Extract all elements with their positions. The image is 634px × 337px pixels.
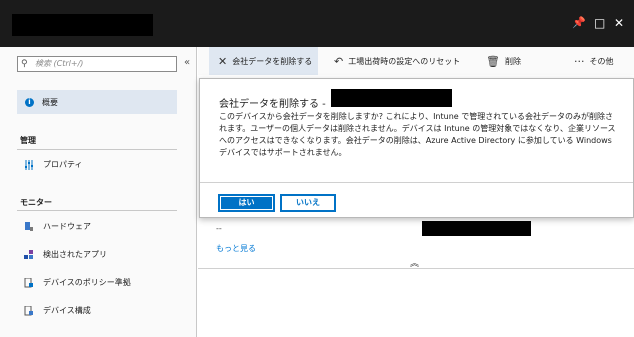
trash-icon: 🗑 xyxy=(486,54,500,68)
sidebar-item-label: 概要 xyxy=(42,97,58,107)
sidebar-item-hardware[interactable]: ハードウェア xyxy=(24,221,91,232)
more-label: その他 xyxy=(589,56,614,66)
command-bar: ✕ 会社データを削除する ↶ 工場出荷時の設定へのリセット 🗑 削除 ··· そ… xyxy=(198,47,634,75)
dialog-message: このデバイスから会社データを削除しますか? これにより、Intune で管理され… xyxy=(219,112,616,157)
sidebar-item-label: デバイス構成 xyxy=(43,306,91,315)
divider xyxy=(198,268,634,269)
section-title-manage: 管理 xyxy=(20,136,36,145)
close-icon[interactable]: ✕ xyxy=(614,16,624,30)
search-input[interactable]: ⚲ 検索 (Ctrl+/) xyxy=(17,56,177,72)
delete-label: 削除 xyxy=(504,56,521,66)
redacted-value xyxy=(422,221,531,236)
hardware-icon xyxy=(24,221,34,232)
redacted-device-name xyxy=(331,89,452,107)
factory-reset-label: 工場出荷時の設定へのリセット xyxy=(348,56,461,66)
sidebar-item-label: ハードウェア xyxy=(43,222,91,231)
divider xyxy=(17,149,177,150)
sidebar-item-properties[interactable]: プロパティ xyxy=(24,159,83,170)
maximize-icon[interactable]: □ xyxy=(594,16,605,30)
section-title-monitor: モニター xyxy=(20,198,52,207)
apps-icon xyxy=(24,249,34,260)
factory-reset-button[interactable]: ↶ 工場出荷時の設定へのリセット xyxy=(334,47,460,75)
divider xyxy=(17,210,177,211)
see-more-link[interactable]: もっと見る xyxy=(216,243,256,254)
sidebar-item-detected-apps[interactable]: 検出されたアプリ xyxy=(24,249,107,260)
no-button[interactable]: いいえ xyxy=(280,194,336,212)
info-icon: i xyxy=(25,97,34,107)
sidebar-item-label: デバイスのポリシー準拠 xyxy=(43,278,131,287)
ellipsis-icon: ··· xyxy=(574,54,585,68)
yes-button[interactable]: はい xyxy=(218,194,275,212)
x-icon: ✕ xyxy=(218,54,228,68)
redacted-device-name xyxy=(12,14,153,36)
search-placeholder: 検索 (Ctrl+/) xyxy=(35,59,84,68)
retire-label: 会社データを削除する xyxy=(232,56,313,66)
title-bar: 📌 □ ✕ xyxy=(0,0,634,47)
delete-button[interactable]: 🗑 削除 xyxy=(486,47,521,75)
confirm-dialog: 会社データを削除する - このデバイスから会社データを削除しますか? これにより… xyxy=(199,78,634,218)
left-nav-pane: ⚲ 検索 (Ctrl+/) « i 概要 管理 プロパティ モニター ハードウェ… xyxy=(0,47,197,337)
undo-icon: ↶ xyxy=(334,54,344,68)
configuration-icon xyxy=(24,305,34,316)
collapse-icon[interactable]: « xyxy=(184,57,190,68)
divider xyxy=(200,182,633,183)
pin-icon[interactable]: 📌 xyxy=(572,16,586,30)
search-icon: ⚲ xyxy=(21,59,28,69)
retire-button[interactable]: ✕ 会社データを削除する xyxy=(209,47,319,75)
sliders-icon xyxy=(24,159,34,170)
sidebar-item-device-compliance[interactable]: デバイスのポリシー準拠 xyxy=(24,277,131,288)
sidebar-item-label: 検出されたアプリ xyxy=(43,250,107,259)
more-button[interactable]: ··· その他 xyxy=(574,47,614,75)
compliance-icon xyxy=(24,277,34,288)
sidebar-item-overview[interactable]: i 概要 xyxy=(17,90,177,114)
sidebar-item-device-configuration[interactable]: デバイス構成 xyxy=(24,305,91,316)
property-value: -- xyxy=(216,224,222,233)
dialog-title: 会社データを削除する - xyxy=(219,99,326,110)
sidebar-item-label: プロパティ xyxy=(43,160,83,169)
